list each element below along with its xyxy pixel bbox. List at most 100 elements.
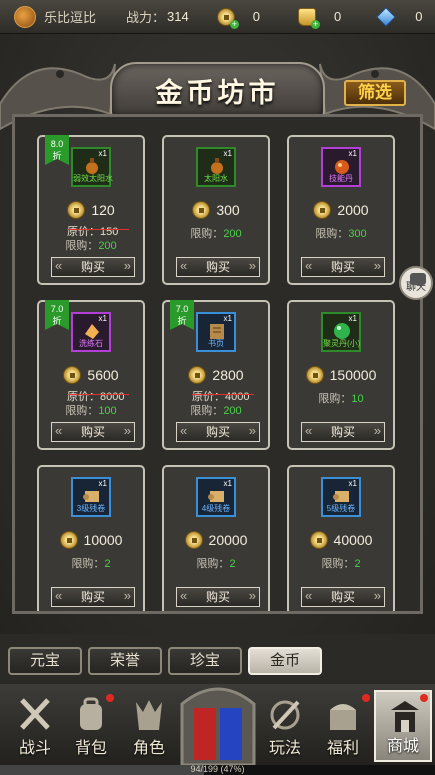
limit-value: 300 [348, 228, 367, 240]
price-value: 150000 [329, 367, 377, 383]
diamond-resource[interactable]: 0 [376, 6, 422, 27]
buy-button[interactable]: 购买 [176, 587, 260, 607]
gold-ingot-icon: + [297, 7, 320, 29]
tab-honor[interactable]: 荣誉 [88, 647, 162, 675]
buy-button[interactable]: 购买 [176, 422, 260, 442]
price-row: 2000 [289, 201, 393, 219]
add-icon[interactable]: + [229, 19, 239, 29]
item-name: 4级残卷 [201, 504, 231, 513]
item-slot[interactable]: x1 3级残卷 [71, 477, 111, 517]
purchase-limit: 限购：2 [39, 555, 143, 571]
nav-shop[interactable]: 商城 [374, 690, 432, 762]
gold-coin-icon [188, 366, 207, 384]
item-name: 洗练石 [79, 339, 103, 348]
purchase-limit: 限购：2 [164, 555, 268, 571]
price-row: 150000 [289, 366, 393, 384]
item-quantity: x1 [98, 479, 107, 488]
shop-panel: 金币坊市 筛选 8.0折x1弱效太阳水120原价：150限购：200购买x1太阳… [0, 34, 435, 634]
tab-yuanbao[interactable]: 元宝 [8, 647, 82, 675]
item-slot[interactable]: x1 弱效太阳水 [71, 147, 113, 187]
purchase-limit: 限购：300 [289, 225, 393, 241]
limit-value: 2 [229, 558, 236, 570]
shop-item-card[interactable]: x1 太阳水 300 限购：200 购买 [162, 135, 270, 285]
item-slot[interactable]: x1 书页 [196, 312, 236, 352]
limit-label: 限购： [318, 393, 352, 405]
gold-coin-icon [67, 201, 86, 219]
top-status-bar: 乐比逗比 战力： 314 + 0 + 0 0 [0, 0, 435, 34]
limit-label: 限购： [65, 405, 99, 417]
gold-coin-icon [63, 366, 82, 384]
item-name: 书页 [208, 339, 224, 348]
nav-label: 战斗 [18, 740, 51, 757]
limit-value: 200 [223, 228, 242, 240]
item-slot[interactable]: x1 太阳水 [196, 147, 236, 187]
notification-dot [362, 694, 370, 702]
discount-unit: 折 [177, 316, 187, 326]
item-slot[interactable]: x1 技能丹 [321, 147, 361, 187]
item-grid[interactable]: 8.0折x1弱效太阳水120原价：150限购：200购买x1太阳水300限购：2… [12, 114, 423, 614]
buy-button[interactable]: 购买 [301, 257, 385, 277]
shop-item-card[interactable]: x1 技能丹 2000 限购：300 购买 [287, 135, 395, 285]
chat-button[interactable]: 聊天 [399, 266, 433, 300]
shop-item-card[interactable]: 7.0折x1洗练石5600原价：8000限购：100购买 [37, 300, 145, 450]
nav-label: 福利 [326, 740, 359, 757]
price-value: 5600 [87, 367, 119, 383]
diamond-icon [376, 6, 397, 27]
gold-coin-resource[interactable]: + 0 [216, 7, 260, 29]
limit-label: 限购： [190, 405, 224, 417]
item-slot[interactable]: x1 4级残卷 [196, 477, 236, 517]
limit-value: 2 [104, 558, 111, 570]
shop-item-card[interactable]: x1 聚灵丹(小) 150000 限购：10 购买 [287, 300, 395, 450]
item-quantity: x1 [348, 314, 357, 323]
shop-item-card[interactable]: x1 5级残卷 40000 限购：2 购买 [287, 465, 395, 611]
price-value: 300 [216, 202, 240, 218]
shop-item-card[interactable]: 7.0折x1书页2800原价：4000限购：200购买 [162, 300, 270, 450]
price-value: 120 [91, 202, 115, 218]
notification-dot [106, 694, 114, 702]
nav-welfare[interactable]: 福利 [314, 690, 372, 762]
filter-button[interactable]: 筛选 [344, 80, 406, 106]
price-value: 2800 [212, 367, 244, 383]
discount-badge: 7.0 折 [45, 300, 69, 330]
tab-treasure[interactable]: 珍宝 [168, 647, 242, 675]
purchase-limit: 限购：200 [164, 402, 268, 418]
item-slot[interactable]: x1 洗练石 [71, 312, 111, 352]
sword-ring-icon [270, 700, 300, 730]
discount-unit: 折 [52, 151, 62, 161]
add-icon[interactable]: + [310, 19, 320, 29]
shop-item-card[interactable]: x1 4级残卷 20000 限购：2 购买 [162, 465, 270, 611]
item-quantity: x1 [223, 149, 232, 158]
price-row: 20000 [164, 531, 268, 549]
backpack-icon [80, 697, 102, 730]
player-avatar-icon[interactable] [14, 5, 36, 28]
price-value: 20000 [208, 532, 248, 548]
item-slot[interactable]: x1 聚灵丹(小) [321, 312, 361, 352]
buy-button[interactable]: 购买 [51, 422, 135, 442]
buy-button[interactable]: 购买 [301, 587, 385, 607]
nav-character[interactable]: 角色 [120, 690, 178, 762]
buy-button[interactable]: 购买 [301, 422, 385, 442]
nav-battle[interactable]: 战斗 [6, 690, 64, 762]
shop-item-card[interactable]: 8.0折x1弱效太阳水120原价：150限购：200购买 [37, 135, 145, 285]
item-quantity: x1 [223, 314, 232, 323]
discount-value: 8.0 [50, 139, 64, 149]
strikethrough [192, 394, 254, 395]
shop-item-card[interactable]: x1 3级残卷 10000 限购：2 购买 [37, 465, 145, 611]
limit-label: 限购： [321, 558, 355, 570]
discount-badge: 7.0 折 [170, 300, 194, 330]
gold-ingot-resource[interactable]: + 0 [297, 7, 341, 29]
item-slot[interactable]: x1 5级残卷 [321, 477, 361, 517]
portal-gate-icon[interactable] [178, 680, 258, 765]
buy-button[interactable]: 购买 [51, 257, 135, 277]
discount-badge: 8.0 折 [45, 135, 69, 165]
nav-backpack[interactable]: 背包 [62, 690, 120, 762]
buy-button[interactable]: 购买 [176, 257, 260, 277]
price-row: 40000 [289, 531, 393, 549]
nav-label: 背包 [74, 740, 107, 757]
buy-button[interactable]: 购买 [51, 587, 135, 607]
nav-gameplay[interactable]: 玩法 [256, 690, 314, 762]
purchase-limit: 限购：2 [289, 555, 393, 571]
price-row: 120 [39, 201, 143, 219]
power-label: 战力： [126, 10, 166, 25]
tab-gold[interactable]: 金币 [248, 647, 322, 675]
